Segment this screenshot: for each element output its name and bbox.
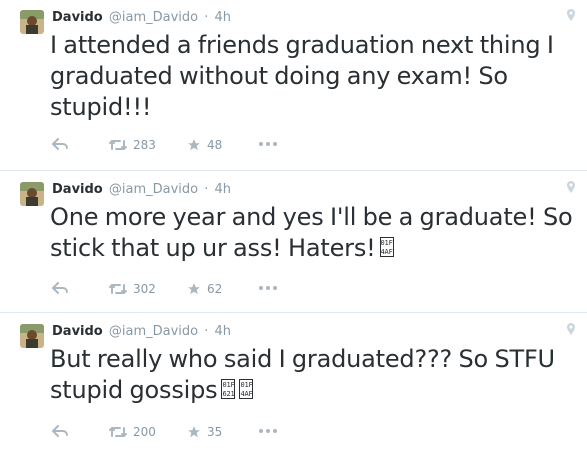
retweet-button[interactable]: 200: [109, 425, 156, 439]
author-handle[interactable]: @iam_Davido: [109, 10, 198, 25]
tweet-text: But really who said I graduated??? So ST…: [50, 344, 575, 406]
retweet-count: 200: [133, 425, 156, 439]
more-icon: [259, 286, 277, 290]
tweet-timestamp[interactable]: 4h: [215, 182, 232, 197]
tweet-timestamp[interactable]: 4h: [215, 10, 232, 25]
favorite-count: 62: [207, 282, 223, 296]
avatar[interactable]: [20, 182, 44, 206]
tweet-text-content: I attended a friends graduation next thi…: [50, 31, 554, 121]
favorite-button[interactable]: 35: [187, 425, 222, 439]
author-name[interactable]: Davido: [52, 182, 103, 197]
tweet-text: I attended a friends graduation next thi…: [50, 30, 575, 123]
tweet-text: One more year and yes I'll be a graduate…: [50, 202, 575, 264]
reply-button[interactable]: [52, 282, 68, 294]
emoji-fallback-glyph: 01F 621: [221, 379, 236, 399]
retweet-icon: [109, 426, 127, 438]
favorite-button[interactable]: 62: [187, 282, 222, 296]
retweet-button[interactable]: 283: [109, 138, 156, 152]
retweet-icon: [109, 283, 127, 295]
retweet-icon: [109, 139, 127, 151]
reply-icon: [52, 282, 68, 294]
header-separator: ·: [204, 324, 209, 339]
star-icon: [187, 282, 201, 296]
location-pin-icon[interactable]: [567, 323, 575, 335]
retweet-count: 283: [133, 138, 156, 152]
more-icon: [259, 429, 277, 433]
reply-icon: [52, 425, 68, 437]
favorite-count: 48: [207, 138, 223, 152]
avatar[interactable]: [20, 324, 44, 348]
favorite-count: 35: [207, 425, 223, 439]
tweet[interactable]: Davido @iam_Davido · 4h One more year an…: [0, 172, 587, 313]
location-pin-icon[interactable]: [567, 9, 575, 21]
header-separator: ·: [204, 10, 209, 25]
reply-button[interactable]: [52, 138, 68, 150]
tweet[interactable]: Davido @iam_Davido · 4h But really who s…: [0, 314, 587, 450]
tweet-text-content: But really who said I graduated??? So ST…: [50, 345, 555, 404]
more-button[interactable]: [259, 286, 277, 290]
more-icon: [259, 142, 277, 146]
more-button[interactable]: [259, 429, 277, 433]
star-icon: [187, 138, 201, 152]
emoji-fallback-glyph: 01F 4AF: [379, 237, 394, 257]
star-icon: [187, 425, 201, 439]
retweet-button[interactable]: 302: [109, 282, 156, 296]
header-separator: ·: [204, 182, 209, 197]
author-name[interactable]: Davido: [52, 10, 103, 25]
author-name[interactable]: Davido: [52, 324, 103, 339]
emoji-fallback-glyph: 01F 4AF: [239, 379, 254, 399]
reply-icon: [52, 138, 68, 150]
author-handle[interactable]: @iam_Davido: [109, 324, 198, 339]
tweet[interactable]: Davido @iam_Davido · 4h I attended a fri…: [0, 0, 587, 171]
tweet-text-content: One more year and yes I'll be a graduate…: [50, 203, 573, 262]
tweet-timestamp[interactable]: 4h: [215, 324, 232, 339]
reply-button[interactable]: [52, 425, 68, 437]
location-pin-icon[interactable]: [567, 181, 575, 193]
author-handle[interactable]: @iam_Davido: [109, 182, 198, 197]
avatar[interactable]: [20, 10, 44, 34]
favorite-button[interactable]: 48: [187, 138, 222, 152]
more-button[interactable]: [259, 142, 277, 146]
retweet-count: 302: [133, 282, 156, 296]
